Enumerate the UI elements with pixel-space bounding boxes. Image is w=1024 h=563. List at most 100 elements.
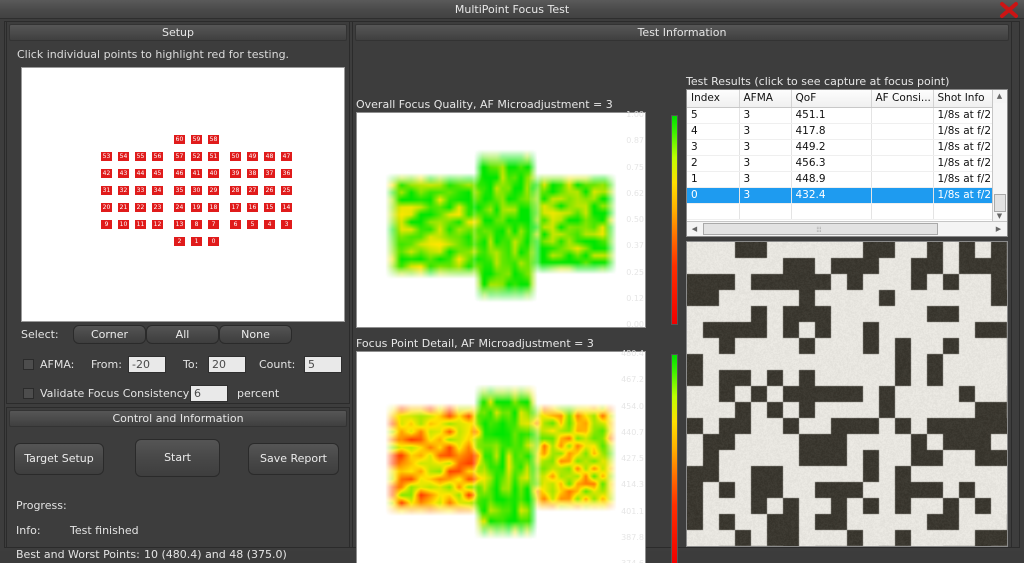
- focus-point-17[interactable]: 17: [229, 202, 242, 213]
- hscroll-thumb[interactable]: ⦙⦙⦙: [703, 223, 938, 235]
- focus-point-39[interactable]: 39: [229, 168, 242, 179]
- focus-point-43[interactable]: 43: [117, 168, 130, 179]
- axis-tick: 401.1: [618, 507, 644, 516]
- select-all-button[interactable]: All: [146, 325, 219, 344]
- select-none-button[interactable]: None: [219, 325, 292, 344]
- focus-point-14[interactable]: 14: [280, 202, 293, 213]
- focus-point-26[interactable]: 26: [263, 185, 276, 196]
- focus-point-32[interactable]: 32: [117, 185, 130, 196]
- focus-point-7[interactable]: 7: [207, 219, 220, 230]
- afma-count-input[interactable]: [304, 356, 342, 373]
- focus-point-15[interactable]: 15: [263, 202, 276, 213]
- focus-point-48[interactable]: 48: [263, 151, 276, 162]
- target-setup-button[interactable]: Target Setup: [14, 443, 104, 475]
- focus-capture-preview[interactable]: [686, 241, 1008, 547]
- focus-point-37[interactable]: 37: [263, 168, 276, 179]
- focus-point-33[interactable]: 33: [134, 185, 147, 196]
- focus-point-23[interactable]: 23: [151, 202, 164, 213]
- focus-point-50[interactable]: 50: [229, 151, 242, 162]
- focus-point-60[interactable]: 60: [173, 134, 186, 145]
- cell-afma: 3: [739, 123, 791, 139]
- focus-point-40[interactable]: 40: [207, 168, 220, 179]
- column-header-index[interactable]: Index: [687, 90, 739, 107]
- column-header-afma[interactable]: AFMA: [739, 90, 791, 107]
- focus-point-2[interactable]: 2: [173, 236, 186, 247]
- focus-point-12[interactable]: 12: [151, 219, 164, 230]
- column-header-af-consistency[interactable]: AF Consi...: [871, 90, 933, 107]
- focus-point-56[interactable]: 56: [151, 151, 164, 162]
- focus-point-9[interactable]: 9: [100, 219, 113, 230]
- table-row[interactable]: 1 3 448.9 1/8s at f/2.8: [687, 171, 1008, 187]
- column-header-qof[interactable]: QoF: [791, 90, 871, 107]
- test-results-table[interactable]: Index AFMA QoF AF Consi... Shot Info 534…: [687, 90, 1008, 220]
- scroll-right-arrow-icon[interactable]: ▶: [992, 223, 1005, 236]
- table-row[interactable]: 0 3 432.4 1/8s at f/2.8: [687, 187, 1008, 203]
- table-row[interactable]: 2 3 456.3 1/8s at f/2.8: [687, 155, 1008, 171]
- focus-point-41[interactable]: 41: [190, 168, 203, 179]
- focus-point-18[interactable]: 18: [207, 202, 220, 213]
- focus-point-10[interactable]: 10: [117, 219, 130, 230]
- focus-point-6[interactable]: 6: [229, 219, 242, 230]
- focus-point-45[interactable]: 45: [151, 168, 164, 179]
- focus-point-16[interactable]: 16: [246, 202, 259, 213]
- focus-point-57[interactable]: 57: [173, 151, 186, 162]
- focus-point-21[interactable]: 21: [117, 202, 130, 213]
- scroll-left-arrow-icon[interactable]: ◀: [688, 223, 701, 236]
- focus-point-3[interactable]: 3: [280, 219, 293, 230]
- focus-point-51[interactable]: 51: [207, 151, 220, 162]
- afma-to-input[interactable]: [208, 356, 246, 373]
- focus-point-54[interactable]: 54: [117, 151, 130, 162]
- best-worst-label: Best and Worst Points:: [16, 548, 140, 561]
- focus-point-38[interactable]: 38: [246, 168, 259, 179]
- focus-point-29[interactable]: 29: [207, 185, 220, 196]
- table-vertical-scrollbar[interactable]: ▲ ▼: [992, 90, 1007, 223]
- table-row[interactable]: 4 3 417.8 1/8s at f/2.8: [687, 123, 1008, 139]
- axis-tick: 414.3: [618, 480, 644, 489]
- focus-point-44[interactable]: 44: [134, 168, 147, 179]
- focus-point-34[interactable]: 34: [151, 185, 164, 196]
- focus-point-22[interactable]: 22: [134, 202, 147, 213]
- focus-point-19[interactable]: 19: [190, 202, 203, 213]
- focus-point-59[interactable]: 59: [190, 134, 203, 145]
- focus-point-53[interactable]: 53: [100, 151, 113, 162]
- focus-point-31[interactable]: 31: [100, 185, 113, 196]
- focus-point-36[interactable]: 36: [280, 168, 293, 179]
- focus-point-11[interactable]: 11: [134, 219, 147, 230]
- table-row[interactable]: 3 3 449.2 1/8s at f/2.8: [687, 139, 1008, 155]
- focus-point-20[interactable]: 20: [100, 202, 113, 213]
- focus-point-47[interactable]: 47: [280, 151, 293, 162]
- focus-point-35[interactable]: 35: [173, 185, 186, 196]
- focus-point-25[interactable]: 25: [280, 185, 293, 196]
- start-button[interactable]: Start: [135, 439, 220, 477]
- focus-point-55[interactable]: 55: [134, 151, 147, 162]
- focus-point-52[interactable]: 52: [190, 151, 203, 162]
- focus-point-13[interactable]: 13: [173, 219, 186, 230]
- focus-point-0[interactable]: 0: [207, 236, 220, 247]
- validate-consistency-checkbox[interactable]: [23, 388, 34, 399]
- afma-from-input[interactable]: [128, 356, 166, 373]
- focus-point-42[interactable]: 42: [100, 168, 113, 179]
- scroll-up-arrow-icon[interactable]: ▲: [993, 90, 1006, 103]
- focus-point-8[interactable]: 8: [190, 219, 203, 230]
- afma-checkbox[interactable]: [23, 359, 34, 370]
- focus-point-28[interactable]: 28: [229, 185, 242, 196]
- cell-afma: 3: [739, 107, 791, 123]
- focus-point-grid[interactable]: 60 59 58 53 54 55 56 57 52 51 50 49 48 47 42 43 44 45 46 41…: [21, 67, 345, 322]
- cell-afma: 3: [739, 187, 791, 203]
- close-x-icon[interactable]: [998, 1, 1020, 19]
- focus-point-58[interactable]: 58: [207, 134, 220, 145]
- afma-to-label: To:: [183, 358, 198, 371]
- focus-point-5[interactable]: 5: [246, 219, 259, 230]
- focus-point-24[interactable]: 24: [173, 202, 186, 213]
- focus-point-4[interactable]: 4: [263, 219, 276, 230]
- focus-point-27[interactable]: 27: [246, 185, 259, 196]
- table-horizontal-scrollbar[interactable]: ◀ ⦙⦙⦙ ▶: [687, 221, 1007, 236]
- save-report-button[interactable]: Save Report: [248, 443, 339, 475]
- focus-point-49[interactable]: 49: [246, 151, 259, 162]
- validate-percent-input[interactable]: [190, 385, 228, 402]
- focus-point-1[interactable]: 1: [190, 236, 203, 247]
- focus-point-30[interactable]: 30: [190, 185, 203, 196]
- select-corner-button[interactable]: Corner: [73, 325, 146, 344]
- table-row[interactable]: 5 3 451.1 1/8s at f/2.8: [687, 107, 1008, 123]
- focus-point-46[interactable]: 46: [173, 168, 186, 179]
